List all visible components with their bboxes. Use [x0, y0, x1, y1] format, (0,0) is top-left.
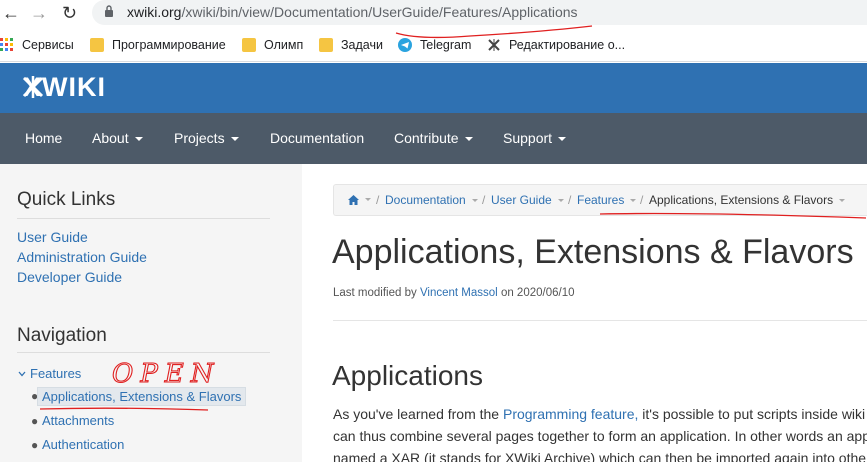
paragraph-line: named a XAR (it stands for XWiki Archive… [333, 450, 867, 462]
paragraph-line: can thus combine several pages together … [333, 428, 867, 444]
tree-node-applications[interactable]: Applications, Extensions & Flavors [37, 387, 247, 406]
url-host: xwiki.org [127, 4, 182, 20]
bookmark-label: Редактирование о... [509, 38, 626, 52]
caret-down-icon [839, 199, 846, 203]
paragraph-line: As you've learned from the Programming f… [333, 406, 865, 422]
breadcrumb-current[interactable]: Applications, Extensions & Flavors [649, 193, 846, 207]
main-menu: Home About Projects Documentation Contri… [0, 113, 867, 164]
bookmark-label: Олимп [264, 38, 304, 52]
bookmark-telegram[interactable]: Telegram [398, 36, 471, 54]
menu-about[interactable]: About [92, 130, 143, 146]
last-modified: Last modified by Vincent Massol on 2020/… [333, 287, 574, 299]
modified-date: on 2020/06/10 [500, 287, 575, 299]
url-path: /xwiki/bin/view/Documentation/UserGuide/… [181, 4, 578, 20]
breadcrumb-separator: / [376, 193, 380, 207]
caret-down-icon [471, 199, 478, 203]
back-arrow-icon[interactable]: ← [2, 2, 20, 24]
quick-link-user-guide[interactable]: User Guide [17, 229, 88, 245]
breadcrumb-separator: / [640, 193, 644, 207]
bookmark-editing[interactable]: Редактирование о... [487, 36, 625, 54]
breadcrumb-user-guide[interactable]: User Guide [491, 193, 564, 207]
tree-label: Attachments [42, 413, 115, 428]
caret-down-icon[interactable] [365, 198, 371, 201]
bookmark-tasks[interactable]: Задачи [319, 36, 383, 54]
reload-icon[interactable]: ↻ [62, 2, 77, 24]
forward-arrow-icon[interactable]: → [30, 2, 48, 24]
modified-prefix: Last modified by [333, 287, 417, 299]
bookmark-services[interactable]: Сервисы [0, 36, 74, 54]
bookmark-label: Задачи [341, 38, 383, 52]
caret-down-icon [557, 199, 564, 203]
folder-icon [319, 38, 333, 52]
bookmark-label: Telegram [420, 38, 472, 52]
tree-node-features[interactable]: Features [18, 366, 81, 381]
breadcrumb-label: Documentation [385, 193, 466, 207]
folder-icon [90, 38, 104, 52]
programming-feature-link[interactable]: Programming feature, [503, 406, 638, 422]
folder-icon [242, 38, 256, 52]
apps-grid-icon [0, 38, 13, 51]
breadcrumb-features[interactable]: Features [577, 193, 637, 207]
bookmark-olymp[interactable]: Олимп [242, 36, 303, 54]
menu-projects[interactable]: Projects [174, 130, 239, 146]
divider [333, 320, 867, 321]
bullet-icon: ● [31, 414, 39, 428]
breadcrumb-documentation[interactable]: Documentation [385, 193, 478, 207]
tree-node-attachments[interactable]: Attachments [42, 413, 114, 428]
bookmarks-bar: Сервисы Программирование Олимп Задачи Te… [0, 27, 867, 62]
telegram-icon [398, 38, 412, 52]
text: As you've learned from the [333, 406, 500, 422]
menu-support[interactable]: Support [503, 130, 567, 146]
menu-documentation[interactable]: Documentation [270, 130, 364, 146]
bullet-icon: ● [31, 438, 39, 452]
caret-down-icon [558, 137, 567, 142]
xwiki-logo[interactable]: XWIKI [22, 72, 106, 103]
x-icon [488, 39, 500, 51]
tree-label: Authentication [42, 437, 125, 452]
menu-label: Support [503, 130, 553, 146]
menu-label: Home [25, 130, 63, 146]
browser-toolbar: ← → ↻ xwiki.org/xwiki/bin/view/Documenta… [0, 0, 867, 27]
bookmark-label: Программирование [112, 38, 226, 52]
breadcrumb-label: User Guide [491, 193, 552, 207]
menu-home[interactable]: Home [25, 130, 62, 146]
divider [17, 352, 270, 353]
menu-label: Contribute [394, 130, 459, 146]
home-icon[interactable] [348, 195, 359, 205]
chevron-down-icon[interactable] [18, 371, 26, 377]
caret-down-icon [464, 137, 473, 142]
quick-link-developer-guide[interactable]: Developer Guide [17, 269, 122, 285]
navigation-title: Navigation [17, 325, 107, 346]
caret-down-icon [134, 137, 143, 142]
breadcrumb-label: Applications, Extensions & Flavors [649, 193, 834, 207]
bookmark-label: Сервисы [22, 38, 74, 52]
page-title: Applications, Extensions & Flavors [332, 233, 854, 271]
logo-text: XWIKI [23, 72, 106, 102]
quick-links-title: Quick Links [17, 189, 116, 210]
lock-icon[interactable] [104, 5, 114, 17]
menu-label: Projects [174, 130, 225, 146]
quick-link-admin-guide[interactable]: Administration Guide [17, 249, 147, 265]
caret-down-icon [630, 199, 637, 203]
breadcrumb-separator: / [568, 193, 572, 207]
breadcrumb-separator: / [482, 193, 486, 207]
url-text[interactable]: xwiki.org/xwiki/bin/view/Documentation/U… [127, 4, 578, 20]
caret-down-icon [230, 137, 239, 142]
section-title: Applications [332, 360, 483, 391]
menu-label: Documentation [270, 130, 365, 146]
text: it's possible to put scripts inside wiki [642, 406, 866, 422]
bookmark-programming[interactable]: Программирование [90, 36, 226, 54]
divider [17, 218, 270, 219]
site-header: XWIKI [0, 63, 867, 113]
tree-label: Features [30, 366, 82, 381]
menu-label: About [92, 130, 129, 146]
breadcrumb: / Documentation / User Guide / Features … [333, 184, 867, 216]
breadcrumb-label: Features [577, 193, 625, 207]
tree-label: Applications, Extensions & Flavors [42, 389, 242, 404]
author-link[interactable]: Vincent Massol [420, 287, 498, 299]
tree-node-authentication[interactable]: Authentication [42, 437, 124, 452]
menu-contribute[interactable]: Contribute [394, 130, 473, 146]
